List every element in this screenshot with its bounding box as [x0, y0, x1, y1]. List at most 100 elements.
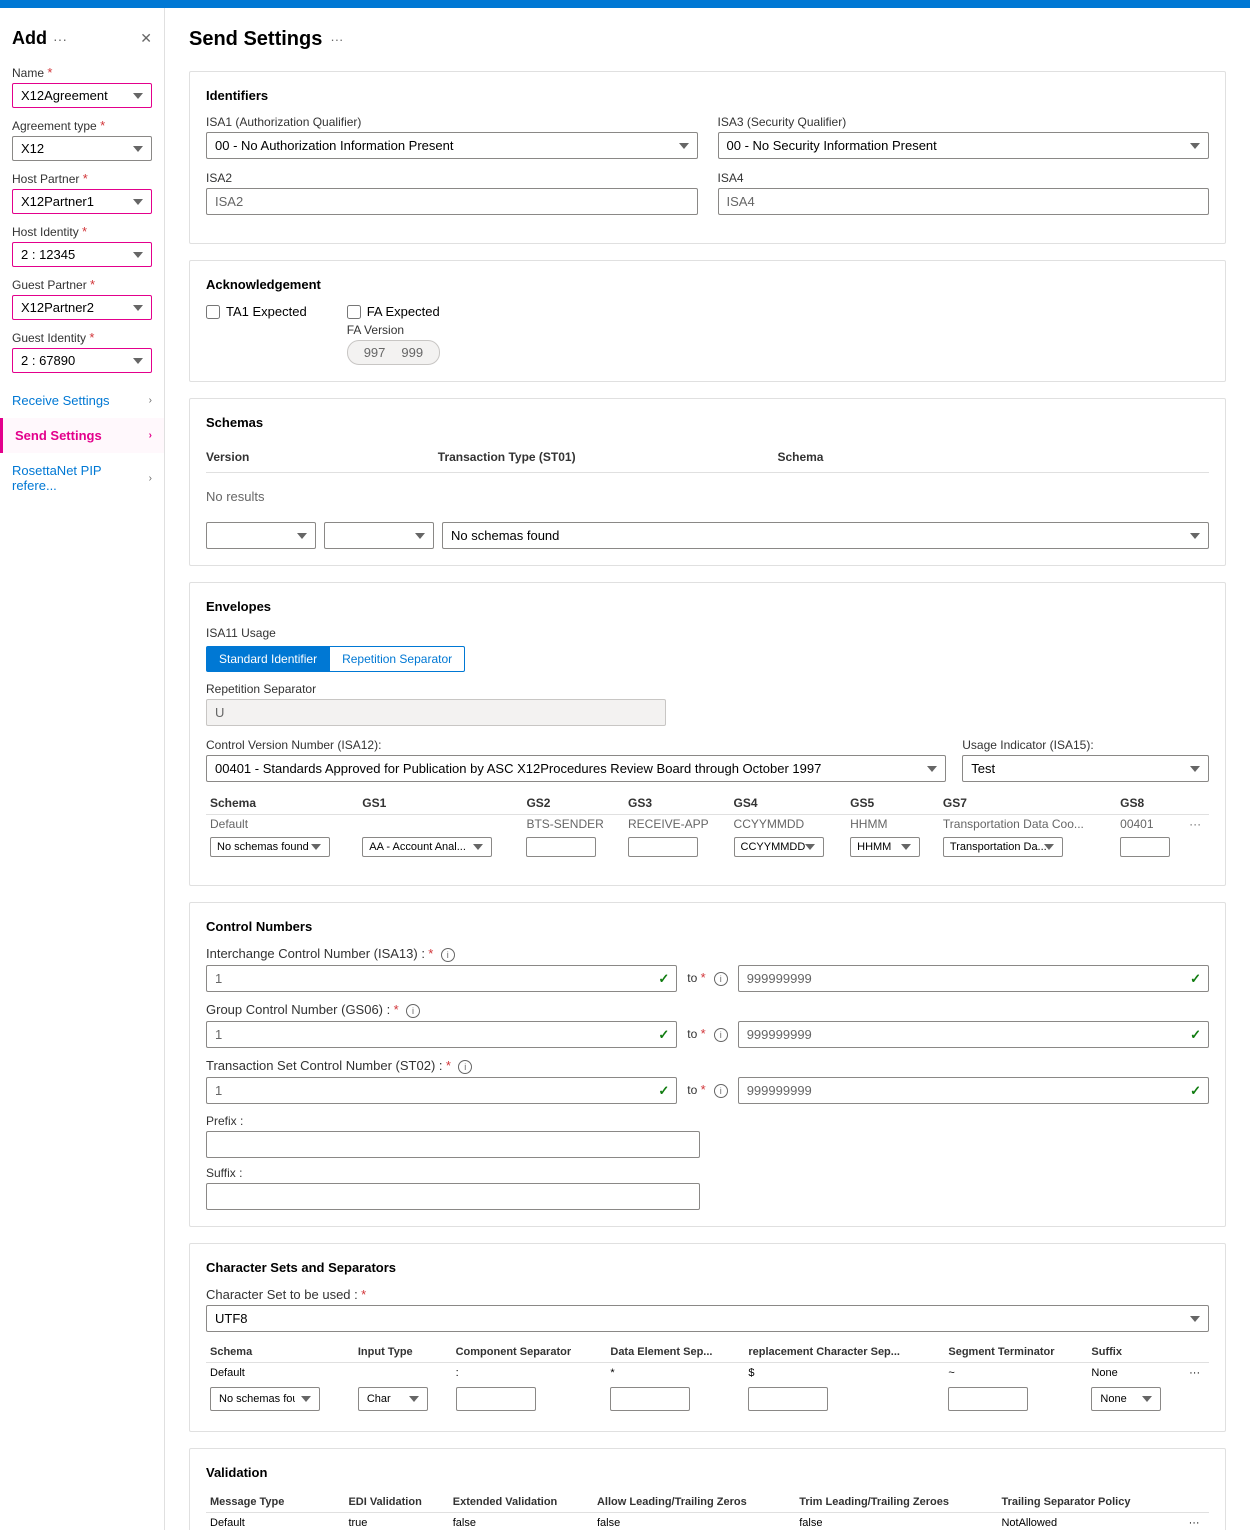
icn-to-input[interactable]	[738, 965, 1209, 992]
gs-col-schema: Schema	[206, 792, 358, 815]
gs-default-gs7: Transportation Data Coo...	[939, 815, 1116, 834]
receive-settings-label: Receive Settings	[12, 393, 110, 408]
fa-version-selector[interactable]: 997 999	[347, 340, 440, 365]
gs-gs7-select[interactable]: Transportation Da...	[943, 837, 1063, 857]
fa-label: FA Expected	[367, 304, 440, 319]
prefix-input[interactable]	[206, 1131, 700, 1158]
char-default-segment: ~	[944, 1363, 1087, 1384]
gcn-to-valid-icon: ✓	[1190, 1027, 1201, 1043]
standard-identifier-btn[interactable]: Standard Identifier	[206, 646, 330, 672]
val-col-message-type: Message Type	[206, 1492, 344, 1513]
fa-expected-group: FA Expected FA Version 997 999	[347, 304, 440, 365]
val-default-row: Default true false false false NotAllowe…	[206, 1513, 1209, 1530]
val-default-trailing-sep: NotAllowed	[997, 1513, 1184, 1530]
main-content: Send Settings ··· Identifiers ISA1 (Auth…	[165, 8, 1250, 1530]
close-icon[interactable]: ✕	[140, 30, 152, 47]
icn-valid-icon: ✓	[658, 971, 669, 987]
ta1-checkbox[interactable]	[206, 305, 220, 319]
gcn-to-input[interactable]	[738, 1021, 1209, 1048]
name-label: Name *	[12, 65, 152, 80]
char-component-input[interactable]	[456, 1387, 536, 1411]
icn-label: Interchange Control Number (ISA13) : * i	[206, 946, 1209, 962]
fa-checkbox[interactable]	[347, 305, 361, 319]
schemas-version-dropdown[interactable]	[206, 522, 316, 549]
val-col-actions	[1185, 1492, 1209, 1513]
char-schema-select[interactable]: No schemas found	[210, 1387, 320, 1411]
gs-gs8-input[interactable]	[1120, 837, 1170, 857]
char-default-schema: Default	[206, 1363, 354, 1384]
char-input-type-select[interactable]: Char	[358, 1387, 428, 1411]
suffix-input[interactable]	[206, 1183, 700, 1210]
gs-gs3-input[interactable]	[628, 837, 698, 857]
val-col-allow-zeros: Allow Leading/Trailing Zeros	[593, 1492, 795, 1513]
gs-gs4-select[interactable]: CCYYMMDD	[734, 837, 824, 857]
sidebar-item-receive-settings[interactable]: Receive Settings ›	[0, 383, 164, 418]
sidebar-dots[interactable]: ···	[53, 31, 67, 47]
isa3-select[interactable]: 00 - No Security Information Present	[718, 132, 1210, 159]
repetition-separator-btn[interactable]: Repetition Separator	[330, 646, 465, 672]
isa4-input[interactable]	[718, 188, 1210, 215]
val-default-dots[interactable]: ···	[1185, 1513, 1209, 1530]
guest-identity-field[interactable]: 2 : 67890	[12, 348, 152, 373]
agreement-type-field[interactable]: X12	[12, 136, 152, 161]
gs-gs1-select[interactable]: AA - Account Anal...	[362, 837, 492, 857]
isa4-label: ISA4	[718, 171, 1210, 185]
guest-partner-label: Guest Partner *	[12, 277, 152, 292]
acknowledgement-section: Acknowledgement TA1 Expected FA Expected…	[189, 260, 1226, 382]
val-default-trim-zeros: false	[795, 1513, 997, 1530]
rep-sep-input[interactable]	[206, 699, 666, 726]
gs-col-gs5: GS5	[846, 792, 939, 815]
validation-section: Validation Message Type EDI Validation E…	[189, 1448, 1226, 1530]
gcn-to-label: to *	[687, 1026, 705, 1041]
name-field[interactable]: X12Agreement	[12, 83, 152, 108]
usage-indicator-select[interactable]: Test	[962, 755, 1209, 782]
icn-input[interactable]	[206, 965, 677, 992]
gs-gs2-input[interactable]	[526, 837, 596, 857]
sidebar-item-rosettanet[interactable]: RosettaNet PIP refere... ›	[0, 453, 164, 503]
tscn-to-input[interactable]	[738, 1077, 1209, 1104]
char-default-dots[interactable]: ···	[1185, 1363, 1209, 1384]
ta1-expected-row: TA1 Expected	[206, 304, 307, 319]
host-partner-field[interactable]: X12Partner1	[12, 189, 152, 214]
tscn-input[interactable]	[206, 1077, 677, 1104]
gs-default-dots[interactable]: ···	[1185, 815, 1209, 834]
char-segment-input[interactable]	[948, 1387, 1028, 1411]
send-settings-label: Send Settings	[15, 428, 102, 443]
main-dots[interactable]: ···	[330, 32, 343, 47]
schemas-trans-type-dropdown[interactable]	[324, 522, 434, 549]
char-suffix-select[interactable]: None	[1091, 1387, 1161, 1411]
isa2-input[interactable]	[206, 188, 698, 215]
isa1-select[interactable]: 00 - No Authorization Information Presen…	[206, 132, 698, 159]
character-sets-section: Character Sets and Separators Character …	[189, 1243, 1226, 1432]
icn-to-label: to *	[687, 970, 705, 985]
char-replacement-input[interactable]	[748, 1387, 828, 1411]
control-version-select[interactable]: 00401 - Standards Approved for Publicati…	[206, 755, 946, 782]
icn-to-valid-icon: ✓	[1190, 971, 1201, 987]
val-default-extended: false	[449, 1513, 593, 1530]
gcn-input[interactable]	[206, 1021, 677, 1048]
gs-col-gs7: GS7	[939, 792, 1116, 815]
guest-partner-field[interactable]: X12Partner2	[12, 295, 152, 320]
gs-schema-select[interactable]: No schemas found	[210, 837, 330, 857]
prefix-label: Prefix :	[206, 1114, 700, 1128]
control-numbers-section: Control Numbers Interchange Control Numb…	[189, 902, 1226, 1227]
char-default-suffix: None	[1087, 1363, 1185, 1384]
char-default-component: :	[452, 1363, 607, 1384]
gs-gs5-select[interactable]: HHMM	[850, 837, 920, 857]
isa3-label: ISA3 (Security Qualifier)	[718, 115, 1210, 129]
charset-select[interactable]: UTF8	[206, 1305, 1209, 1332]
envelopes-section: Envelopes ISA11 Usage Standard Identifie…	[189, 582, 1226, 886]
gs-default-gs1	[358, 815, 522, 834]
gs-default-gs3: RECEIVE-APP	[624, 815, 730, 834]
char-col-suffix: Suffix	[1087, 1342, 1185, 1363]
schemas-schema-dropdown[interactable]: No schemas found	[442, 522, 1209, 549]
char-data-element-input[interactable]	[610, 1387, 690, 1411]
tscn-to-info-icon: i	[714, 1084, 728, 1098]
host-identity-field[interactable]: 2 : 12345	[12, 242, 152, 267]
sidebar-item-send-settings[interactable]: Send Settings ›	[0, 418, 164, 453]
ta1-label: TA1 Expected	[226, 304, 307, 319]
gs-col-gs2: GS2	[522, 792, 624, 815]
val-default-allow-zeros: false	[593, 1513, 795, 1530]
validation-title: Validation	[206, 1465, 1209, 1480]
gs-col-gs3: GS3	[624, 792, 730, 815]
